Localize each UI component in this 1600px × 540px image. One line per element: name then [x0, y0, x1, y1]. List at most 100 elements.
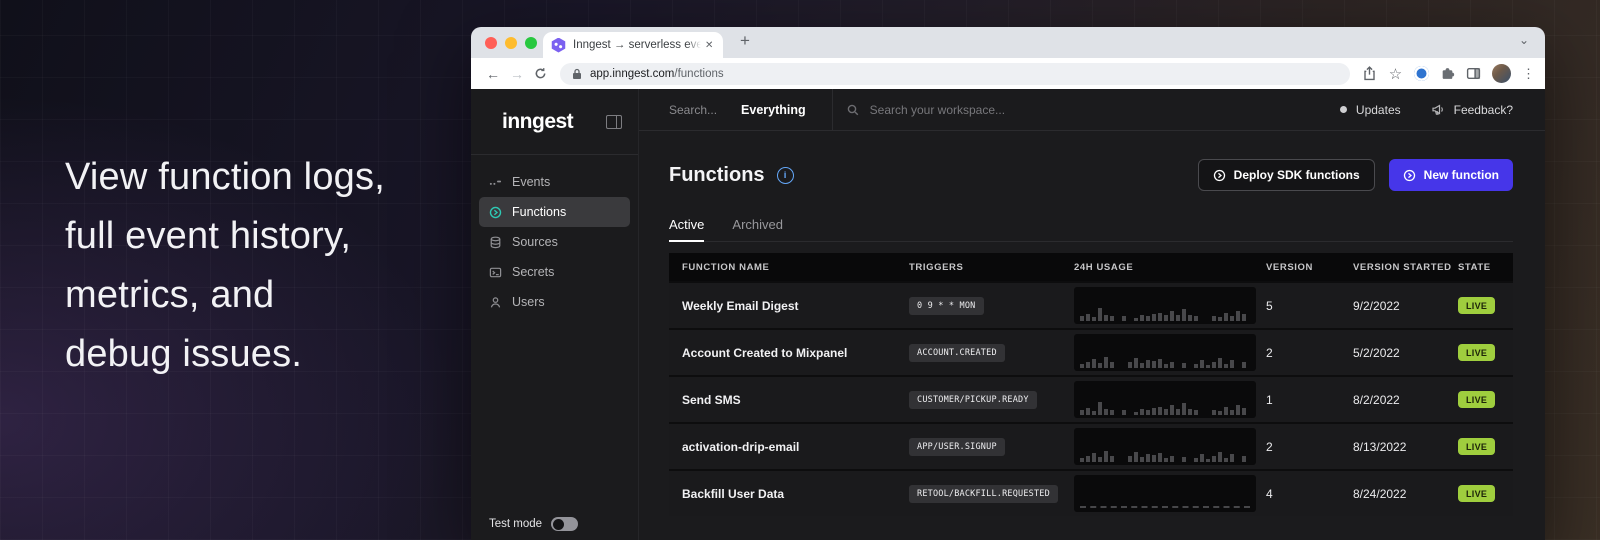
forward-icon[interactable]: → — [505, 66, 529, 82]
version-started: 8/13/2022 — [1353, 440, 1458, 454]
functions-icon — [489, 206, 502, 219]
sidebar-collapse-icon[interactable] — [606, 115, 622, 129]
bookmark-star-icon[interactable]: ☆ — [1388, 66, 1403, 81]
info-icon[interactable]: i — [777, 167, 794, 184]
state-badge: LIVE — [1458, 297, 1495, 314]
version: 4 — [1266, 487, 1353, 501]
onepassword-extension-icon[interactable] — [1414, 66, 1429, 81]
secrets-icon — [489, 266, 502, 279]
close-window-icon[interactable] — [485, 37, 497, 49]
maximize-window-icon[interactable] — [525, 37, 537, 49]
tagline-line: View function logs, — [65, 148, 385, 207]
search-scope-everything[interactable]: Everything — [741, 103, 806, 117]
profile-avatar[interactable] — [1492, 64, 1511, 83]
sidebar-item-events[interactable]: Events — [479, 167, 630, 197]
reload-icon[interactable] — [534, 67, 547, 80]
new-tab-button[interactable]: + — [733, 31, 757, 51]
workspace-search[interactable] — [847, 102, 1340, 118]
window-controls — [485, 37, 537, 49]
version: 5 — [1266, 299, 1353, 313]
trigger-badge: RETOOL/BACKFILL.REQUESTED — [909, 485, 1058, 503]
function-name: Weekly Email Digest — [682, 299, 909, 313]
usage-sparkline — [1074, 381, 1256, 418]
browser-menu-icon[interactable]: ⋮ — [1522, 66, 1535, 82]
sidebar-item-sources[interactable]: Sources — [479, 227, 630, 257]
sidebar-item-label: Secrets — [512, 265, 554, 279]
tab-active[interactable]: Active — [669, 217, 704, 241]
deploy-sdk-functions-button[interactable]: Deploy SDK functions — [1198, 159, 1375, 191]
sources-icon — [489, 236, 502, 249]
lock-icon — [572, 68, 582, 80]
table-row[interactable]: activation-drip-email APP/USER.SIGNUP 2 … — [669, 422, 1513, 469]
table-header: FUNCTION NAME TRIGGERS 24H USAGE VERSION… — [669, 253, 1513, 281]
browser-tab[interactable]: Inngest → serverless event-dri ✕ — [543, 32, 723, 58]
page-title: Functions — [669, 164, 765, 187]
new-function-button[interactable]: New function — [1389, 159, 1513, 191]
side-panel-icon[interactable] — [1466, 66, 1481, 81]
state-badge: LIVE — [1458, 344, 1495, 361]
state-badge: LIVE — [1458, 485, 1495, 502]
page-head: Functions i Deploy SDK functions — [669, 159, 1513, 191]
search-hint[interactable]: Search... — [669, 103, 717, 117]
sidebar-header: inngest — [471, 89, 638, 155]
version-started: 5/2/2022 — [1353, 346, 1458, 360]
table-row[interactable]: Weekly Email Digest 0 9 * * MON 5 9/2/20… — [669, 281, 1513, 328]
tab-archived[interactable]: Archived — [732, 217, 783, 241]
address-bar[interactable]: app.inngest.com/functions — [560, 63, 1350, 85]
sidebar-item-functions[interactable]: Functions — [479, 197, 630, 227]
inngest-app: inngest Events Functions — [471, 89, 1545, 540]
updates-dot-icon — [1340, 106, 1347, 113]
sidebar-item-label: Events — [512, 175, 550, 189]
test-mode-toggle[interactable] — [551, 517, 578, 531]
col-version: VERSION — [1266, 262, 1353, 273]
tab-title: Inngest → serverless event-dri — [573, 39, 701, 51]
usage-sparkline — [1074, 334, 1256, 371]
sidebar-item-users[interactable]: Users — [479, 287, 630, 317]
version-started: 8/2/2022 — [1353, 393, 1458, 407]
col-triggers: TRIGGERS — [909, 262, 1074, 273]
function-name: activation-drip-email — [682, 440, 909, 454]
test-mode-control: Test mode — [489, 517, 578, 531]
version: 1 — [1266, 393, 1353, 407]
inngest-favicon — [551, 38, 566, 53]
tagline: View function logs, full event history, … — [65, 148, 385, 384]
browser-window: Inngest → serverless event-dri ✕ + ⌄ ← →… — [471, 27, 1545, 540]
functions-table: FUNCTION NAME TRIGGERS 24H USAGE VERSION… — [669, 253, 1513, 516]
deploy-icon — [1213, 169, 1226, 182]
header-right: Updates Feedback? — [1340, 103, 1513, 117]
version: 2 — [1266, 346, 1353, 360]
back-icon[interactable]: ← — [481, 66, 505, 82]
updates-button[interactable]: Updates — [1340, 103, 1401, 117]
table-row[interactable]: Backfill User Data RETOOL/BACKFILL.REQUE… — [669, 469, 1513, 516]
col-function-name: FUNCTION NAME — [682, 262, 909, 273]
updates-label: Updates — [1356, 103, 1401, 117]
extensions-puzzle-icon[interactable] — [1440, 66, 1455, 81]
sidebar-item-secrets[interactable]: Secrets — [479, 257, 630, 287]
feedback-button[interactable]: Feedback? — [1431, 103, 1513, 117]
col-24h-usage: 24H USAGE — [1074, 262, 1266, 273]
usage-sparkline — [1074, 287, 1256, 324]
usage-sparkline — [1074, 475, 1256, 512]
tab-search-chevron-icon[interactable]: ⌄ — [1519, 33, 1529, 47]
new-function-icon — [1403, 169, 1416, 182]
search-icon — [847, 104, 859, 116]
megaphone-icon — [1431, 103, 1445, 116]
users-icon — [489, 296, 502, 309]
table-row[interactable]: Send SMS CUSTOMER/PICKUP.READY 1 8/2/202… — [669, 375, 1513, 422]
col-version-started: VERSION STARTED — [1353, 262, 1458, 273]
share-icon[interactable] — [1362, 66, 1377, 81]
trigger-badge: APP/USER.SIGNUP — [909, 438, 1005, 456]
sidebar-item-label: Functions — [512, 205, 566, 219]
events-icon — [489, 176, 502, 189]
state-badge: LIVE — [1458, 391, 1495, 408]
inngest-logo: inngest — [502, 110, 573, 134]
table-row[interactable]: Account Created to Mixpanel ACCOUNT.CREA… — [669, 328, 1513, 375]
workspace-search-input[interactable] — [868, 102, 1112, 118]
browser-tab-strip: Inngest → serverless event-dri ✕ + ⌄ — [471, 27, 1545, 58]
minimize-window-icon[interactable] — [505, 37, 517, 49]
sidebar-nav: Events Functions Sources — [471, 155, 638, 317]
url-path: /functions — [674, 68, 723, 80]
page-tabs: Active Archived — [669, 217, 1513, 242]
tagline-line: debug issues. — [65, 325, 385, 384]
tab-close-icon[interactable]: ✕ — [705, 40, 713, 51]
